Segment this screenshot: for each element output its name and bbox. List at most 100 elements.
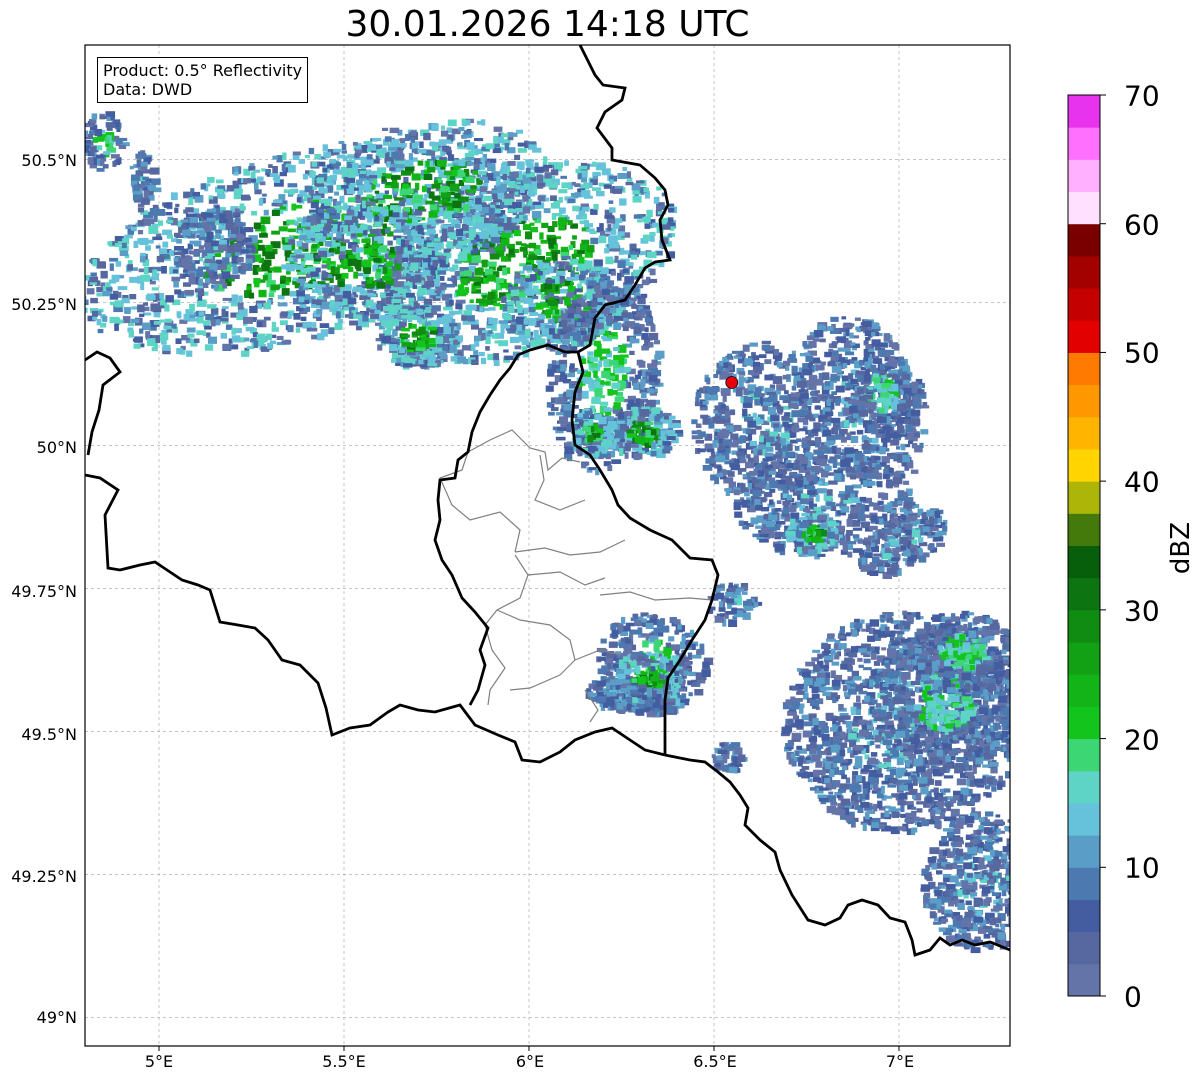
echo-pixel: [555, 309, 559, 315]
echo-pixel: [398, 201, 406, 207]
echo-pixel: [163, 325, 168, 330]
echo-pixel: [463, 204, 470, 212]
echo-pixel: [524, 328, 531, 337]
echo-pixel: [640, 293, 648, 298]
echo-pixel: [488, 307, 496, 311]
echo-pixel: [469, 299, 474, 303]
echo-pixel: [728, 442, 739, 448]
echo-pixel: [710, 451, 716, 458]
echo-pixel: [559, 207, 566, 214]
echo-pixel: [151, 287, 159, 291]
echo-pixel: [617, 231, 625, 237]
echo-pixel: [345, 249, 353, 254]
echo-pixel: [746, 454, 751, 459]
echo-pixel: [245, 326, 255, 332]
echo-pixel: [109, 257, 119, 262]
echo-pixel: [497, 185, 506, 193]
echo-pixel: [633, 316, 641, 321]
echo-pixel: [435, 219, 445, 224]
echo-pixel: [342, 290, 352, 299]
echo-pixel: [137, 304, 145, 313]
echo-pixel: [374, 190, 380, 194]
echo-pixel: [783, 360, 790, 366]
echo-pixel: [335, 201, 342, 206]
echo-pixel: [472, 170, 479, 175]
echo-pixel: [558, 189, 568, 194]
echo-pixel: [517, 330, 526, 335]
echo-pixel: [591, 299, 597, 308]
echo-pixel: [764, 374, 774, 381]
echo-pixel: [627, 419, 632, 426]
echo-pixel: [607, 434, 614, 441]
echo-pixel: [196, 330, 206, 336]
echo-pixel: [525, 288, 534, 296]
echo-pixel: [447, 317, 452, 322]
echo-pixel: [184, 289, 195, 296]
echo-pixel: [414, 194, 423, 200]
echo-pixel: [644, 421, 654, 425]
echo-pixel: [347, 167, 356, 176]
echo-pixel: [592, 171, 601, 177]
echo-pixel: [207, 304, 217, 309]
echo-pixel: [523, 318, 528, 325]
echo-pixel: [671, 423, 682, 429]
echo-pixel: [285, 264, 295, 272]
echo-pixel: [283, 244, 292, 251]
echo-pixel: [609, 359, 619, 366]
echo-pixel: [173, 280, 179, 288]
echo-pixel: [745, 428, 751, 435]
echo-pixel: [489, 226, 499, 235]
echo-pixel: [561, 255, 571, 260]
echo-pixel: [543, 164, 553, 169]
echo-pixel: [776, 384, 786, 391]
echo-pixel: [493, 302, 500, 307]
echo-pixel: [439, 255, 447, 260]
echo-pixel: [411, 199, 422, 204]
echo-pixel: [207, 177, 215, 183]
echo-pixel: [780, 438, 786, 446]
echo-pixel: [249, 292, 255, 299]
echo-pixel: [729, 462, 739, 468]
echo-pixel: [644, 327, 649, 333]
echo-pixel: [622, 167, 628, 172]
echo-pixel: [389, 127, 400, 134]
echo-pixel: [166, 329, 173, 333]
echo-pixel: [214, 319, 221, 326]
echo-pixel: [617, 173, 628, 179]
echo-pixel: [472, 276, 482, 282]
echo-pixel: [319, 323, 330, 328]
echo-pixel: [747, 433, 753, 441]
echo-pixel: [514, 249, 520, 253]
echo-pixel: [567, 312, 574, 319]
echo-pixel: [738, 377, 747, 383]
echo-pixel: [328, 327, 335, 335]
echo-pixel: [134, 336, 143, 343]
echo-pixel: [500, 238, 508, 245]
echo-pixel: [279, 206, 286, 210]
echo-pixel: [570, 368, 575, 373]
echo-pixel: [377, 344, 383, 351]
echo-pixel: [456, 228, 463, 236]
echo-pixel: [598, 360, 603, 368]
echo-pixel: [175, 203, 180, 207]
echo-pixel: [508, 247, 515, 255]
echo-pixel: [341, 150, 347, 154]
echo-pixel: [551, 360, 556, 364]
echo-pixel: [102, 290, 111, 297]
echo-pixel: [563, 403, 573, 411]
echo-pixel: [569, 258, 579, 265]
echo-pixel: [631, 303, 637, 309]
echo-pixel: [807, 440, 815, 445]
echo-pixel: [323, 152, 331, 158]
echo-pixel: [551, 213, 557, 220]
echo-pixel: [490, 237, 500, 244]
echo-pixel: [301, 242, 309, 249]
echo-pixel: [109, 263, 114, 271]
echo-pixel: [507, 209, 517, 213]
echo-pixel: [160, 335, 167, 343]
echo-pixel: [543, 208, 551, 214]
echo-pixel: [318, 161, 326, 167]
echo-pixel: [429, 232, 434, 241]
echo-pixel: [720, 404, 726, 409]
echo-pixel: [460, 278, 469, 286]
